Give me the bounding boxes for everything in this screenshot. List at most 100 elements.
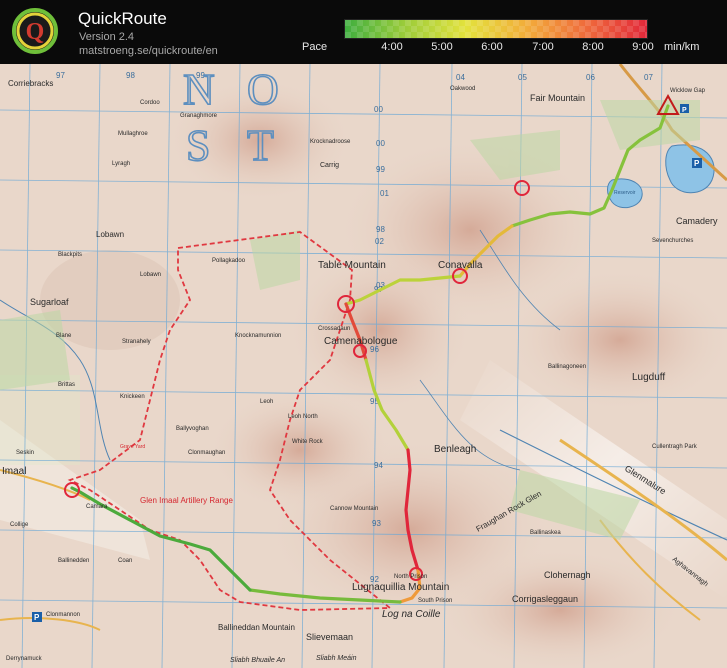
pace-cell [567, 26, 573, 32]
place-name: Corrigasleggaun [512, 594, 578, 604]
pace-cell [363, 26, 369, 32]
pace-cell [573, 20, 579, 26]
pace-tick: 7:00 [532, 41, 554, 53]
pace-unit: min/km [664, 41, 700, 53]
place-name: Ballyvoghan [176, 426, 209, 432]
pace-cell [477, 20, 483, 26]
pace-cell [633, 32, 639, 38]
pace-cell [609, 32, 615, 38]
place-name: Blane [56, 333, 72, 339]
pace-cell [525, 20, 531, 26]
map-letter: O [247, 65, 279, 114]
pace-cell [603, 26, 609, 32]
place-name: Cullentragh Park [652, 444, 698, 450]
pace-cell [417, 32, 423, 38]
pace-tick: 8:00 [582, 41, 604, 53]
place-name: Knickeen [120, 394, 145, 400]
place-name: Mullaghroe [118, 131, 148, 137]
pace-cell [477, 32, 483, 38]
map-view[interactable]: 97 98 99 00 01 02 03 04 05 06 07 00 99 9… [0, 64, 727, 668]
pace-cell [375, 26, 381, 32]
place-name: Oakwood [450, 86, 475, 92]
svg-text:P: P [682, 107, 687, 114]
map-letter: S [186, 121, 210, 170]
map-canvas[interactable]: 97 98 99 00 01 02 03 04 05 06 07 00 99 9… [0, 64, 727, 668]
grid-label: 04 [456, 73, 465, 82]
pace-cell [489, 32, 495, 38]
pace-cell [369, 20, 375, 26]
pace-cell [357, 20, 363, 26]
place-name: Leoh [260, 399, 273, 405]
place-name: Imaal [2, 466, 26, 477]
grid-label: 00 [376, 139, 385, 148]
pace-cell [399, 26, 405, 32]
pace-cell [549, 32, 555, 38]
place-name: Leoh North [288, 414, 318, 420]
place-name: Crossadaun [318, 326, 350, 332]
pace-cell [453, 32, 459, 38]
pace-cell [549, 20, 555, 26]
place-name: Lugnaquillia Mountain [352, 582, 449, 593]
place-name: Cannow Mountain [330, 506, 378, 512]
pace-cell [441, 20, 447, 26]
grid-label: 00 [374, 105, 383, 114]
pace-cell [615, 26, 621, 32]
pace-cell [621, 32, 627, 38]
place-name: South Prison [418, 598, 452, 604]
pace-cell [471, 26, 477, 32]
grid-label: 99 [376, 165, 385, 174]
pace-cell [393, 20, 399, 26]
place-name: Ballinaskea [530, 530, 561, 536]
grid-label: 97 [56, 71, 65, 80]
pace-color-scale [344, 19, 648, 39]
pace-cell [597, 20, 603, 26]
pace-cell [417, 20, 423, 26]
place-name: Lobawn [96, 230, 124, 239]
pace-label: Pace [302, 41, 328, 53]
pace-tick: 6:00 [481, 41, 503, 53]
place-name: Stranahely [122, 339, 151, 345]
grid-label: 93 [372, 519, 381, 528]
pace-cell [381, 20, 387, 26]
pace-cell [645, 20, 647, 26]
pace-cell [357, 32, 363, 38]
map-letter: N [183, 65, 215, 114]
pace-cell [447, 26, 453, 32]
place-name: Ballineddan Mountain [218, 623, 295, 632]
quickroute-logo-icon: Q [12, 8, 58, 54]
place-name: Cordoo [140, 100, 160, 106]
pace-cell [513, 20, 519, 26]
place-name: Granaghmore [180, 113, 218, 119]
svg-text:P: P [694, 159, 700, 168]
pace-cell [465, 32, 471, 38]
place-name: Clohernagh [544, 570, 591, 580]
place-name: Benleagh [434, 444, 476, 455]
pace-tick: 9:00 [632, 41, 654, 53]
grid-label: 98 [126, 71, 135, 80]
pace-tick: 5:00 [431, 41, 453, 53]
app-version: Version 2.4 [79, 31, 135, 43]
place-name: Carrig [320, 162, 339, 169]
place-name: Pollagkadoo [212, 258, 246, 264]
place-name: Wicklow Gap [670, 88, 706, 94]
place-name: Lobawn [140, 272, 161, 278]
pace-cell [633, 20, 639, 26]
place-name: White Rock [292, 439, 324, 445]
pace-cell [525, 32, 531, 38]
pace-cell [537, 20, 543, 26]
pace-cell [345, 32, 351, 38]
pace-cell [459, 26, 465, 32]
grid-label: 05 [518, 73, 527, 82]
pace-cell [597, 32, 603, 38]
place-name: Lugduff [632, 372, 665, 383]
pace-cell [537, 32, 543, 38]
app-name: QuickRoute [78, 9, 167, 28]
place-name: Glen Imaal Artillery Range [140, 496, 233, 505]
grid-label: 06 [586, 73, 595, 82]
place-name: Clonmaughan [188, 450, 225, 456]
place-name: Sugarloaf [30, 297, 69, 307]
pace-cell [585, 20, 591, 26]
grid-label: 02 [375, 237, 384, 246]
place-name: Derrynamuck [6, 656, 43, 662]
pace-cell [489, 20, 495, 26]
